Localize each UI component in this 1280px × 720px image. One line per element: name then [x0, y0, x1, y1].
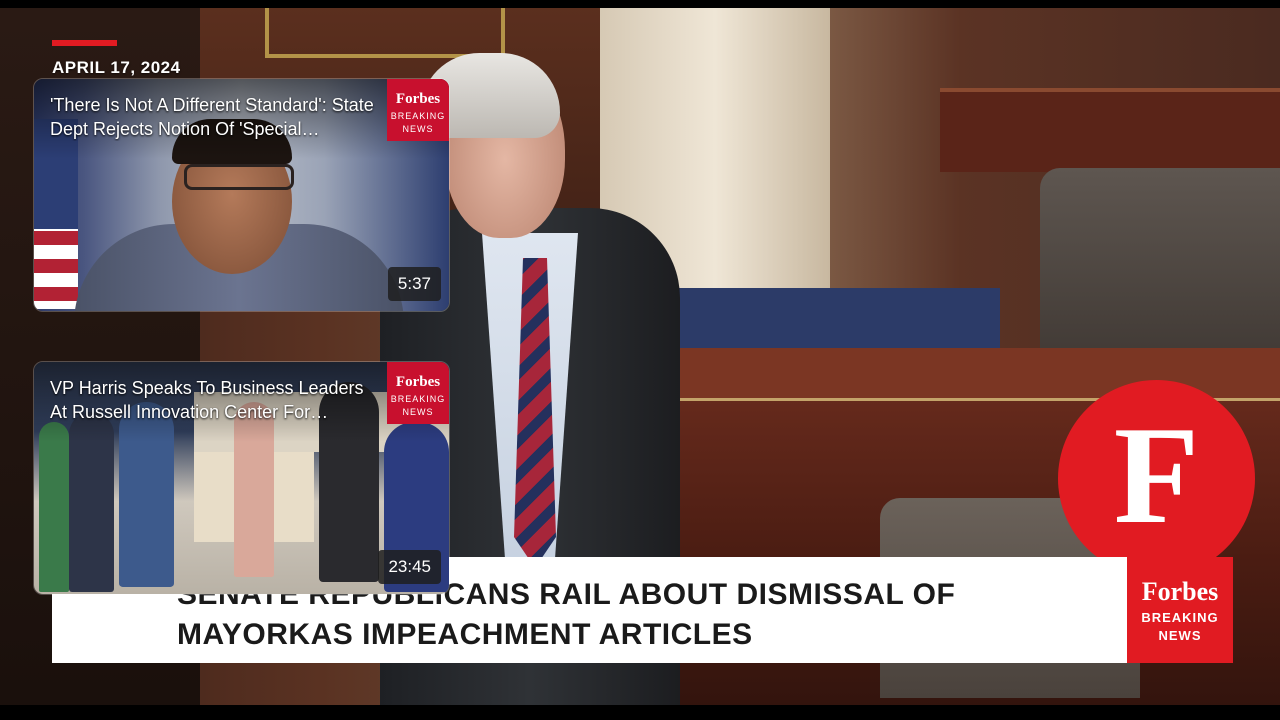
thumbnail-glasses — [184, 164, 294, 190]
card-title-line-1: VP Harris Speaks To Business Leaders — [50, 378, 364, 398]
card-title-line-2: Dept Rejects Notion Of 'Special… — [50, 119, 320, 139]
headline-line-2: MAYORKAS IMPEACHMENT ARTICLES — [177, 618, 753, 651]
suggested-video-card[interactable]: Forbes BREAKING NEWS 'There Is Not A Dif… — [33, 78, 450, 312]
card-title[interactable]: 'There Is Not A Different Standard': Sta… — [50, 93, 420, 141]
card-title[interactable]: VP Harris Speaks To Business Leaders At … — [50, 376, 420, 424]
card-title-line-2: At Russell Innovation Center For… — [50, 402, 329, 422]
duration-badge: 5:37 — [387, 267, 441, 301]
background-frame — [265, 8, 505, 58]
background-chair — [1040, 168, 1280, 368]
news-label: NEWS — [1158, 628, 1202, 643]
forbes-f-logo: F — [1058, 380, 1255, 577]
forbes-brand: Forbes — [1141, 577, 1219, 606]
duration-badge: 23:45 — [378, 550, 441, 584]
forbes-f-letter: F — [1113, 397, 1200, 553]
suggested-video-card[interactable]: Forbes BREAKING NEWS VP Harris Speaks To… — [33, 361, 450, 595]
background-desk — [940, 88, 1280, 172]
breaking-label: BREAKING — [1141, 610, 1219, 625]
date-accent-bar — [52, 40, 117, 46]
forbes-breaking-news-logo: Forbes BREAKING NEWS — [1127, 557, 1233, 663]
thumbnail-person — [39, 422, 69, 592]
card-title-line-1: 'There Is Not A Different Standard': Sta… — [50, 95, 374, 115]
video-date: APRIL 17, 2024 — [52, 58, 181, 77]
